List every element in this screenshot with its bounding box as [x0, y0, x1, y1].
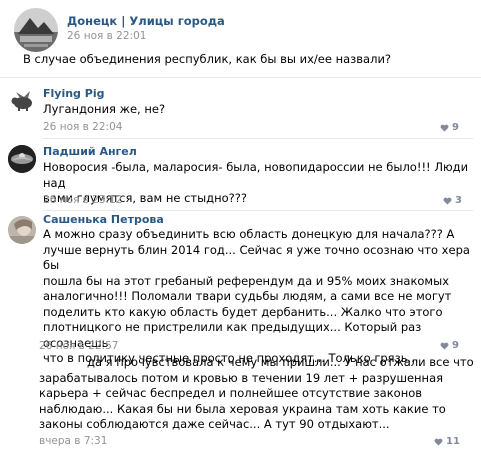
post-text: В случае объединения республик, как бы в… — [23, 52, 392, 66]
comment-line: карьера + сейчас беспредел и полнейшее о… — [39, 386, 423, 400]
comment-author[interactable]: Flying Pig — [43, 87, 104, 100]
comment-line: зарабатывалось потом и кровью в течении … — [39, 370, 444, 385]
group-avatar[interactable] — [14, 8, 58, 52]
comment-date[interactable]: 26 ноя в 23:12 — [43, 194, 122, 206]
pig-avatar-icon — [11, 91, 32, 111]
avatar[interactable] — [8, 145, 36, 173]
comment-text: Лугандония же, не? — [43, 102, 166, 116]
like-count: 11 — [446, 436, 460, 447]
heart-icon — [440, 342, 449, 350]
like-count: 9 — [452, 122, 459, 133]
comment-author[interactable]: Сашенька Петрова — [43, 213, 164, 226]
comment-line: А можно сразу объединить всю область дон… — [43, 227, 455, 241]
user-photo-avatar — [8, 216, 36, 244]
angel-avatar-icon — [8, 145, 36, 173]
comment-date[interactable]: вчера в 7:31 — [39, 435, 107, 447]
comment-line: поделить кто какую область будет дербани… — [43, 304, 443, 319]
comment-line: пошла бы на этот гребаный референдум да … — [43, 273, 449, 288]
group-name[interactable]: Донецк | Улицы города — [67, 14, 225, 28]
like-count: 3 — [455, 195, 462, 206]
avatar[interactable] — [8, 216, 36, 244]
comment-text: да я прочувствовала к чему мы пришли... … — [39, 355, 474, 433]
comment-line: законы соблюдаются даже сейчас... А тут … — [39, 417, 390, 431]
comment-author[interactable]: Падший Ангел — [43, 145, 137, 158]
group-logo-icon — [14, 8, 58, 52]
divider — [0, 77, 481, 78]
comment-line: да я прочувствовала к чему мы пришли... … — [87, 355, 474, 369]
comment-line: аналогично!!! Поломали твари судьбы людя… — [43, 289, 452, 303]
divider — [43, 210, 473, 211]
heart-icon — [440, 124, 449, 132]
comment-line: наблюдаю... Какая бы ни была херовая укр… — [39, 401, 446, 416]
heart-icon — [434, 438, 443, 446]
comment-date[interactable]: 26 ноя в 22:04 — [43, 121, 122, 133]
avatar[interactable] — [8, 88, 36, 116]
like-button[interactable]: 11 — [434, 436, 460, 447]
heart-icon — [443, 197, 452, 205]
like-count: 9 — [452, 340, 459, 351]
post-date[interactable]: 26 ноя в 22:01 — [67, 30, 146, 42]
like-button[interactable]: 9 — [440, 122, 459, 133]
like-button[interactable]: 3 — [443, 195, 462, 206]
comment-line: лучше вернуть блин 2014 год... Сейчас я … — [43, 242, 470, 273]
comment-line: Новоросия -была, маларосия- была, новопи… — [43, 160, 469, 190]
divider — [43, 138, 473, 139]
like-button[interactable]: 9 — [440, 340, 459, 351]
comment-date[interactable]: 26 ноя в 22:57 — [39, 340, 118, 352]
